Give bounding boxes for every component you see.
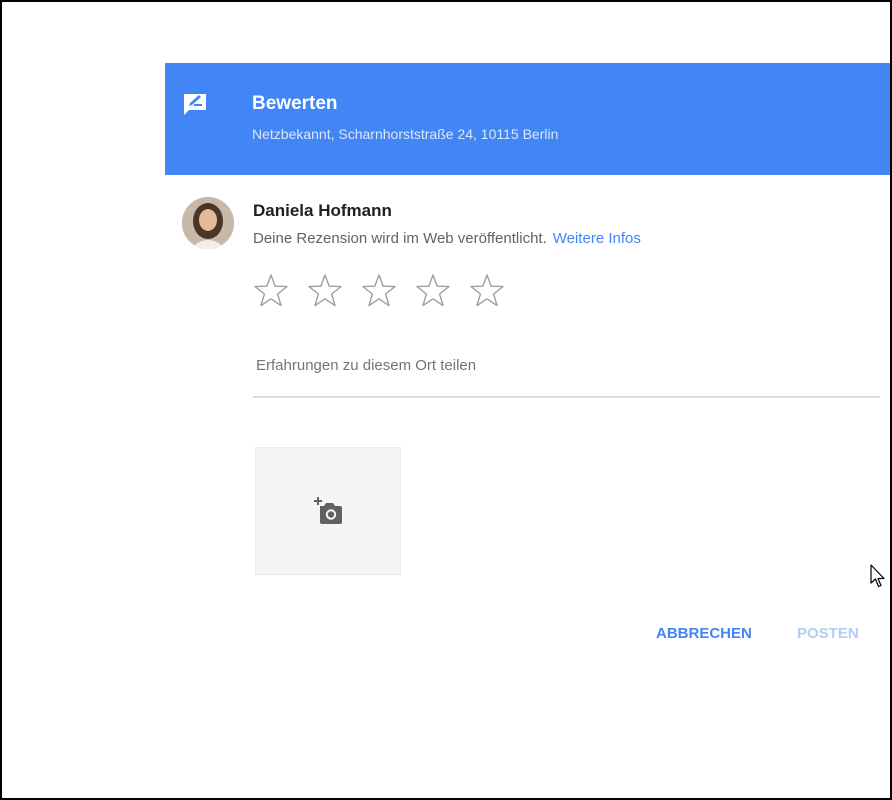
review-dialog-frame: Bewerten Netzbekannt, Scharnhorststraße …	[0, 0, 892, 800]
star-outline-icon[interactable]	[361, 273, 397, 309]
mouse-cursor-icon	[870, 564, 885, 588]
avatar	[182, 197, 234, 249]
input-underline	[253, 396, 880, 398]
publish-notice: Deine Rezension wird im Web veröffentlic…	[253, 230, 641, 247]
star-outline-icon[interactable]	[253, 273, 289, 309]
star-rating	[253, 273, 523, 309]
add-photo-icon	[314, 497, 342, 524]
star-outline-icon[interactable]	[307, 273, 343, 309]
rate-review-icon	[184, 94, 206, 115]
cancel-button[interactable]: ABBRECHEN	[656, 625, 752, 642]
post-button[interactable]: POSTEN	[797, 625, 859, 642]
star-outline-icon[interactable]	[415, 273, 451, 309]
dialog-title: Bewerten	[252, 93, 338, 114]
add-photo-button[interactable]	[255, 447, 401, 575]
review-text-input[interactable]	[256, 348, 878, 382]
more-info-link[interactable]: Weitere Infos	[553, 230, 641, 247]
user-avatar-image	[182, 197, 234, 249]
star-outline-icon[interactable]	[469, 273, 505, 309]
user-name: Daniela Hofmann	[253, 201, 392, 220]
place-address: Netzbekannt, Scharnhorststraße 24, 10115…	[252, 126, 559, 142]
dialog-header: Bewerten Netzbekannt, Scharnhorststraße …	[165, 63, 890, 175]
publish-notice-text: Deine Rezension wird im Web veröffentlic…	[253, 230, 547, 247]
